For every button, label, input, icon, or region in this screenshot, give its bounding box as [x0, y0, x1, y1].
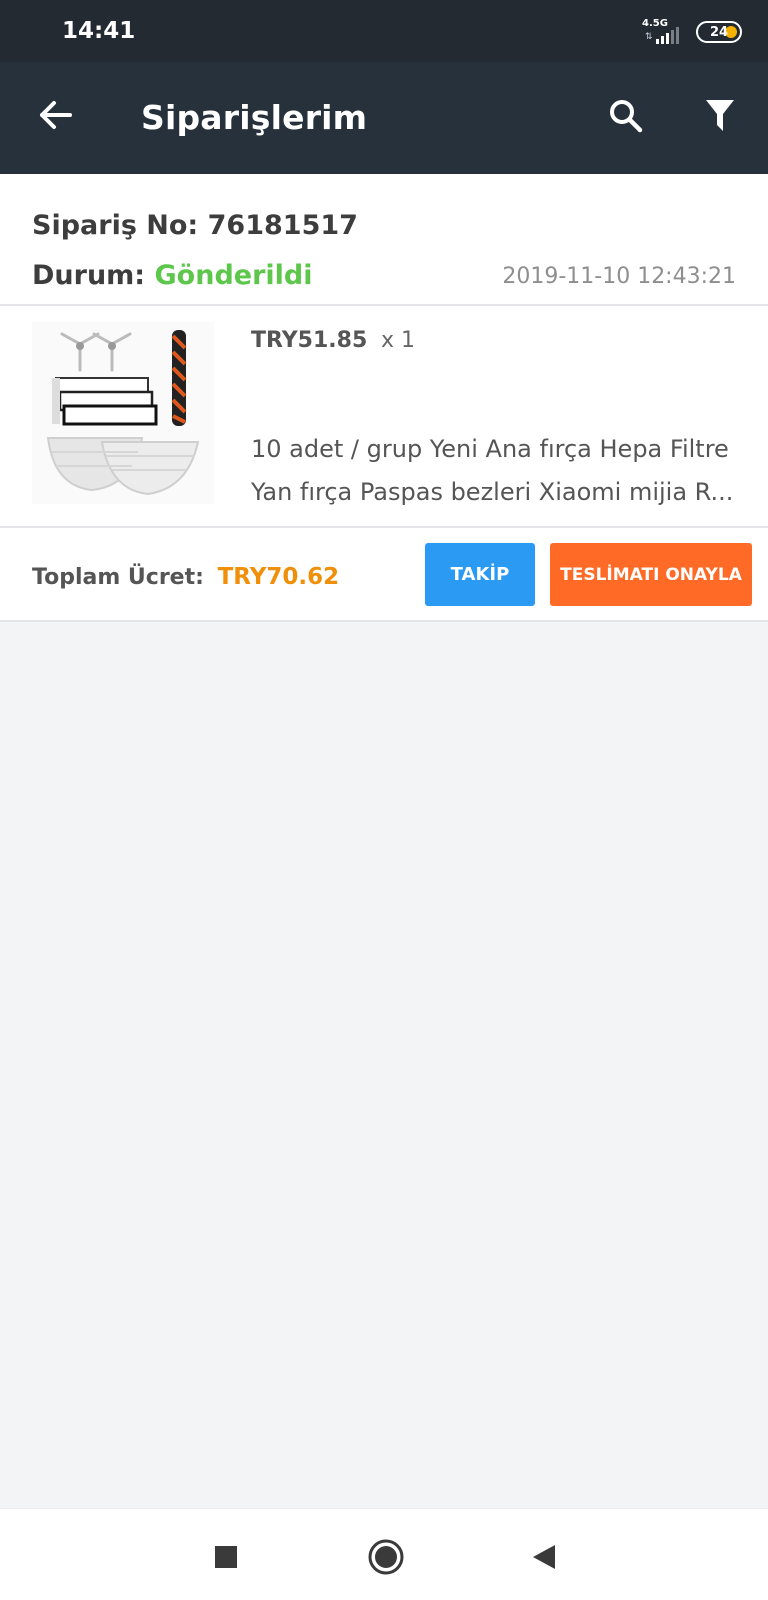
back-nav-button[interactable] — [522, 1535, 566, 1579]
order-status-value: Gönderildi — [154, 260, 313, 291]
home-circle-icon — [368, 1539, 404, 1575]
app-bar: Siparişlerim — [0, 62, 768, 174]
battery-icon: 24 — [696, 21, 742, 43]
confirm-delivery-button[interactable]: TESLİMATI ONAYLA — [550, 543, 752, 606]
signal-bars-icon — [656, 27, 679, 44]
divider — [0, 526, 768, 528]
order-total: Toplam Ücret: TRY70.62 — [32, 564, 339, 590]
order-status: Durum: Gönderildi — [32, 260, 313, 291]
search-icon — [610, 100, 643, 133]
order-number-label: Sipariş No: — [32, 210, 199, 241]
order-number: Sipariş No: 76181517 — [32, 210, 358, 241]
order-number-value: 76181517 — [207, 210, 358, 241]
order-status-label: Durum: — [32, 260, 146, 291]
order-date: 2019-11-10 12:43:21 — [502, 264, 736, 289]
page-title: Siparişlerim — [141, 98, 368, 137]
track-button[interactable]: TAKİP — [425, 543, 535, 606]
divider — [0, 304, 768, 306]
home-button[interactable] — [364, 1535, 408, 1579]
status-icons: 4.5G ⇅ 24 — [642, 18, 742, 44]
battery-level: 24 — [709, 24, 729, 40]
search-button[interactable] — [600, 90, 652, 142]
back-button[interactable] — [30, 90, 80, 140]
product-image[interactable] — [32, 322, 214, 504]
signal-icon: 4.5G ⇅ — [642, 18, 684, 44]
system-nav-bar — [0, 1508, 768, 1600]
item-price: TRY51.85 x 1 — [251, 328, 415, 353]
status-time: 14:41 — [62, 18, 136, 44]
item-price-value: TRY51.85 — [251, 328, 368, 353]
filter-button[interactable] — [694, 90, 746, 142]
order-total-value: TRY70.62 — [217, 564, 340, 590]
recents-button[interactable] — [204, 1535, 248, 1579]
arrow-left-icon — [40, 101, 72, 129]
item-quantity: x 1 — [380, 328, 415, 353]
recents-square-icon — [215, 1546, 237, 1568]
back-triangle-icon — [533, 1545, 555, 1569]
status-bar: 14:41 4.5G ⇅ 24 — [0, 0, 768, 62]
filter-icon — [706, 100, 734, 131]
data-arrows-icon: ⇅ — [645, 32, 653, 42]
product-title[interactable]: 10 adet / grup Yeni Ana fırça Hepa Filtr… — [251, 428, 741, 514]
order-total-label: Toplam Ücret: — [32, 565, 204, 590]
order-card[interactable]: Sipariş No: 76181517 Durum: Gönderildi 2… — [0, 174, 768, 622]
